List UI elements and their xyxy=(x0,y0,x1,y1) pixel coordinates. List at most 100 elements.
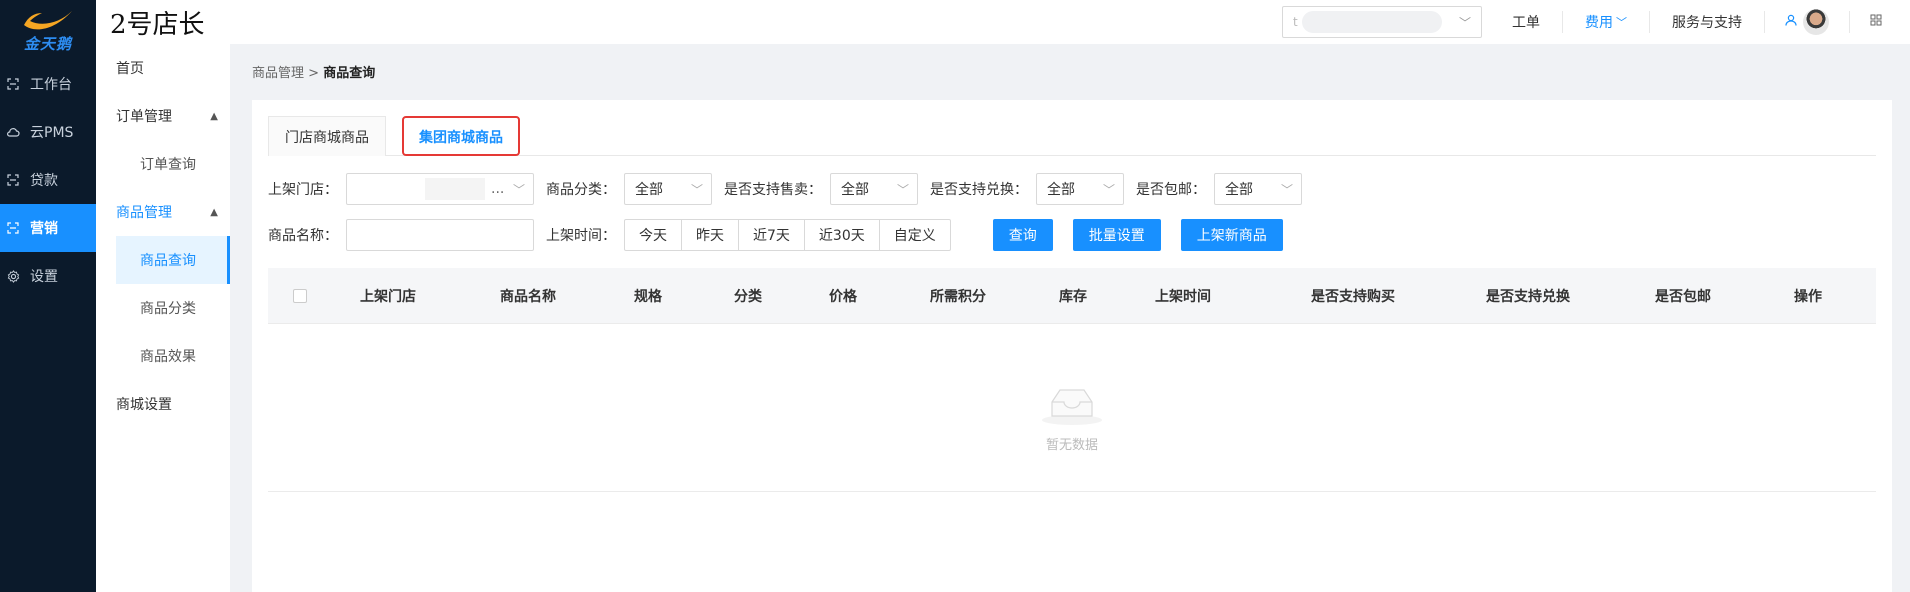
col-store: 上架门店 xyxy=(360,289,416,305)
workbench-icon xyxy=(6,77,20,91)
category-label: 商品分类： xyxy=(546,182,616,198)
col-purchasable: 是否支持购买 xyxy=(1311,289,1395,305)
breadcrumb-separator: > xyxy=(304,66,324,81)
rail-item-label: 工作台 xyxy=(30,77,72,93)
user-icon xyxy=(1785,14,1797,30)
category-select[interactable]: 全部 ﹀ xyxy=(624,173,712,205)
filter-row-2: 商品名称： 上架时间： 今天 昨天 近7天 近30天 自定义 查询 批量设置 上… xyxy=(268,218,1303,252)
sidebar-item-order-query[interactable]: 订单查询 xyxy=(116,140,230,188)
time-option-custom[interactable]: 自定义 xyxy=(880,220,950,250)
shipping-select-value: 全部 xyxy=(1225,182,1253,198)
time-label: 上架时间： xyxy=(546,228,616,244)
chevron-down-icon: ﹀ xyxy=(1280,182,1293,197)
sale-select[interactable]: 全部 ﹀ xyxy=(830,173,918,205)
rail-item-label: 云PMS xyxy=(30,125,74,141)
time-range-group: 今天 昨天 近7天 近30天 自定义 xyxy=(624,219,951,251)
store-switcher-text: t xyxy=(1293,15,1298,29)
store-select-value xyxy=(425,178,485,200)
sidebar-item-label: 商品分类 xyxy=(140,301,196,317)
sidebar-item-home[interactable]: 首页 xyxy=(96,44,230,92)
avatar xyxy=(1803,9,1829,35)
col-name: 商品名称 xyxy=(500,289,556,305)
store-select-ellipsis: ... xyxy=(491,181,505,197)
sidebar-item-label: 订单查询 xyxy=(140,157,196,173)
table-header: 上架门店 商品名称 规格 分类 价格 所需积分 库存 上架时间 是否支持购买 是… xyxy=(268,268,1876,324)
breadcrumb-parent[interactable]: 商品管理 xyxy=(252,66,304,81)
batch-settings-button[interactable]: 批量设置 xyxy=(1072,219,1161,251)
exchange-select-value: 全部 xyxy=(1047,182,1075,198)
shipping-select[interactable]: 全部 ﹀ xyxy=(1214,173,1302,205)
product-name-input[interactable] xyxy=(346,219,534,251)
filter-row-1: 上架门店： ... ﹀ 商品分类： 全部 ﹀ 是否支持售卖： 全部 ﹀ 是否支持… xyxy=(268,172,1314,206)
breadcrumb: 商品管理 > 商品查询 xyxy=(252,62,375,81)
col-exchangeable: 是否支持兑换 xyxy=(1486,289,1570,305)
chevron-down-icon: ﹀ xyxy=(896,182,909,197)
empty-inbox-icon xyxy=(1042,389,1102,425)
tab-group-mall[interactable]: 集团商城商品 xyxy=(402,116,520,156)
sale-label: 是否支持售卖： xyxy=(724,182,822,198)
rail-item-marketing[interactable]: 营销 xyxy=(0,204,96,252)
select-all-cell xyxy=(290,268,310,324)
tab-store-mall[interactable]: 门店商城商品 xyxy=(268,116,386,156)
brand-logo[interactable]: 金天鹅 xyxy=(0,0,96,60)
user-menu[interactable] xyxy=(1765,9,1850,35)
sidebar-item-label: 首页 xyxy=(116,61,144,77)
time-option-30days[interactable]: 近30天 xyxy=(805,220,880,250)
top-header: 2号店长 t ﹀ 工单 费用 ﹀ 服务与支持 xyxy=(96,0,1910,44)
fees-menu-label: 费用 xyxy=(1585,15,1613,31)
shipping-label: 是否包邮： xyxy=(1136,182,1206,198)
rail-item-workbench[interactable]: 工作台 xyxy=(0,60,96,108)
sidebar-item-label: 商品查询 xyxy=(140,253,196,269)
rail-item-label: 营销 xyxy=(30,221,58,237)
sidebar-group-orders[interactable]: 订单管理 ▲ xyxy=(96,92,230,140)
chevron-down-icon: ﹀ xyxy=(690,182,703,197)
store-switcher[interactable]: t ﹀ xyxy=(1282,6,1482,38)
col-listed-time: 上架时间 xyxy=(1155,289,1211,305)
chevron-down-icon: ﹀ xyxy=(512,182,525,197)
time-option-7days[interactable]: 近7天 xyxy=(739,220,805,250)
query-button[interactable]: 查询 xyxy=(992,219,1053,251)
loan-icon xyxy=(6,173,20,187)
sidebar-item-mall-settings[interactable]: 商城设置 xyxy=(96,380,230,428)
sidebar-item-product-category[interactable]: 商品分类 xyxy=(116,284,230,332)
rail-item-loan[interactable]: 贷款 xyxy=(0,156,96,204)
sidebar-item-product-query[interactable]: 商品查询 xyxy=(116,236,230,284)
col-spec: 规格 xyxy=(634,289,662,305)
ticket-link[interactable]: 工单 xyxy=(1490,11,1563,33)
sidebar-group-products[interactable]: 商品管理 ▲ xyxy=(96,188,230,236)
sidebar-item-label: 商品管理 xyxy=(116,205,172,221)
fees-menu[interactable]: 费用 ﹀ xyxy=(1563,11,1650,33)
secondary-sidebar: 首页 订单管理 ▲ 订单查询 商品管理 ▲ 商品查询 商品分类 商品效果 商城设… xyxy=(96,44,230,592)
app-title: 2号店长 xyxy=(110,9,205,40)
col-category: 分类 xyxy=(734,289,762,305)
service-support-link[interactable]: 服务与支持 xyxy=(1650,11,1765,33)
empty-text: 暂无数据 xyxy=(1045,438,1098,453)
sidebar-item-product-effect[interactable]: 商品效果 xyxy=(116,332,230,380)
mall-tabs: 门店商城商品 集团商城商品 xyxy=(268,116,1876,156)
exchange-select[interactable]: 全部 ﹀ xyxy=(1036,173,1124,205)
time-option-today[interactable]: 今天 xyxy=(625,220,682,250)
category-select-value: 全部 xyxy=(635,182,663,198)
brand-name: 金天鹅 xyxy=(23,34,72,53)
cloud-icon xyxy=(6,125,20,139)
empty-state: 暂无数据 xyxy=(268,324,1876,492)
chevron-down-icon: ﹀ xyxy=(1102,182,1115,197)
rail-item-label: 设置 xyxy=(30,269,58,285)
store-select[interactable]: ... ﹀ xyxy=(346,173,534,205)
new-product-button[interactable]: 上架新商品 xyxy=(1180,219,1283,251)
rail-item-cloud-pms[interactable]: 云PMS xyxy=(0,108,96,156)
time-option-yesterday[interactable]: 昨天 xyxy=(682,220,739,250)
sale-select-value: 全部 xyxy=(841,182,869,198)
sidebar-item-label: 商品效果 xyxy=(140,349,196,365)
rail-item-label: 贷款 xyxy=(30,173,58,189)
col-points: 所需积分 xyxy=(930,289,986,305)
app-rail: 金天鹅 工作台 云PMS 贷款 营销 设置 xyxy=(0,0,96,592)
app-grid-icon[interactable] xyxy=(1850,14,1910,30)
rail-item-settings[interactable]: 设置 xyxy=(0,252,96,300)
col-free-shipping: 是否包邮 xyxy=(1655,289,1711,305)
select-all-checkbox[interactable] xyxy=(293,289,307,303)
name-label: 商品名称： xyxy=(268,228,338,244)
breadcrumb-current: 商品查询 xyxy=(323,66,376,81)
swoosh-logo-icon xyxy=(24,10,72,29)
store-label: 上架门店： xyxy=(268,182,338,198)
